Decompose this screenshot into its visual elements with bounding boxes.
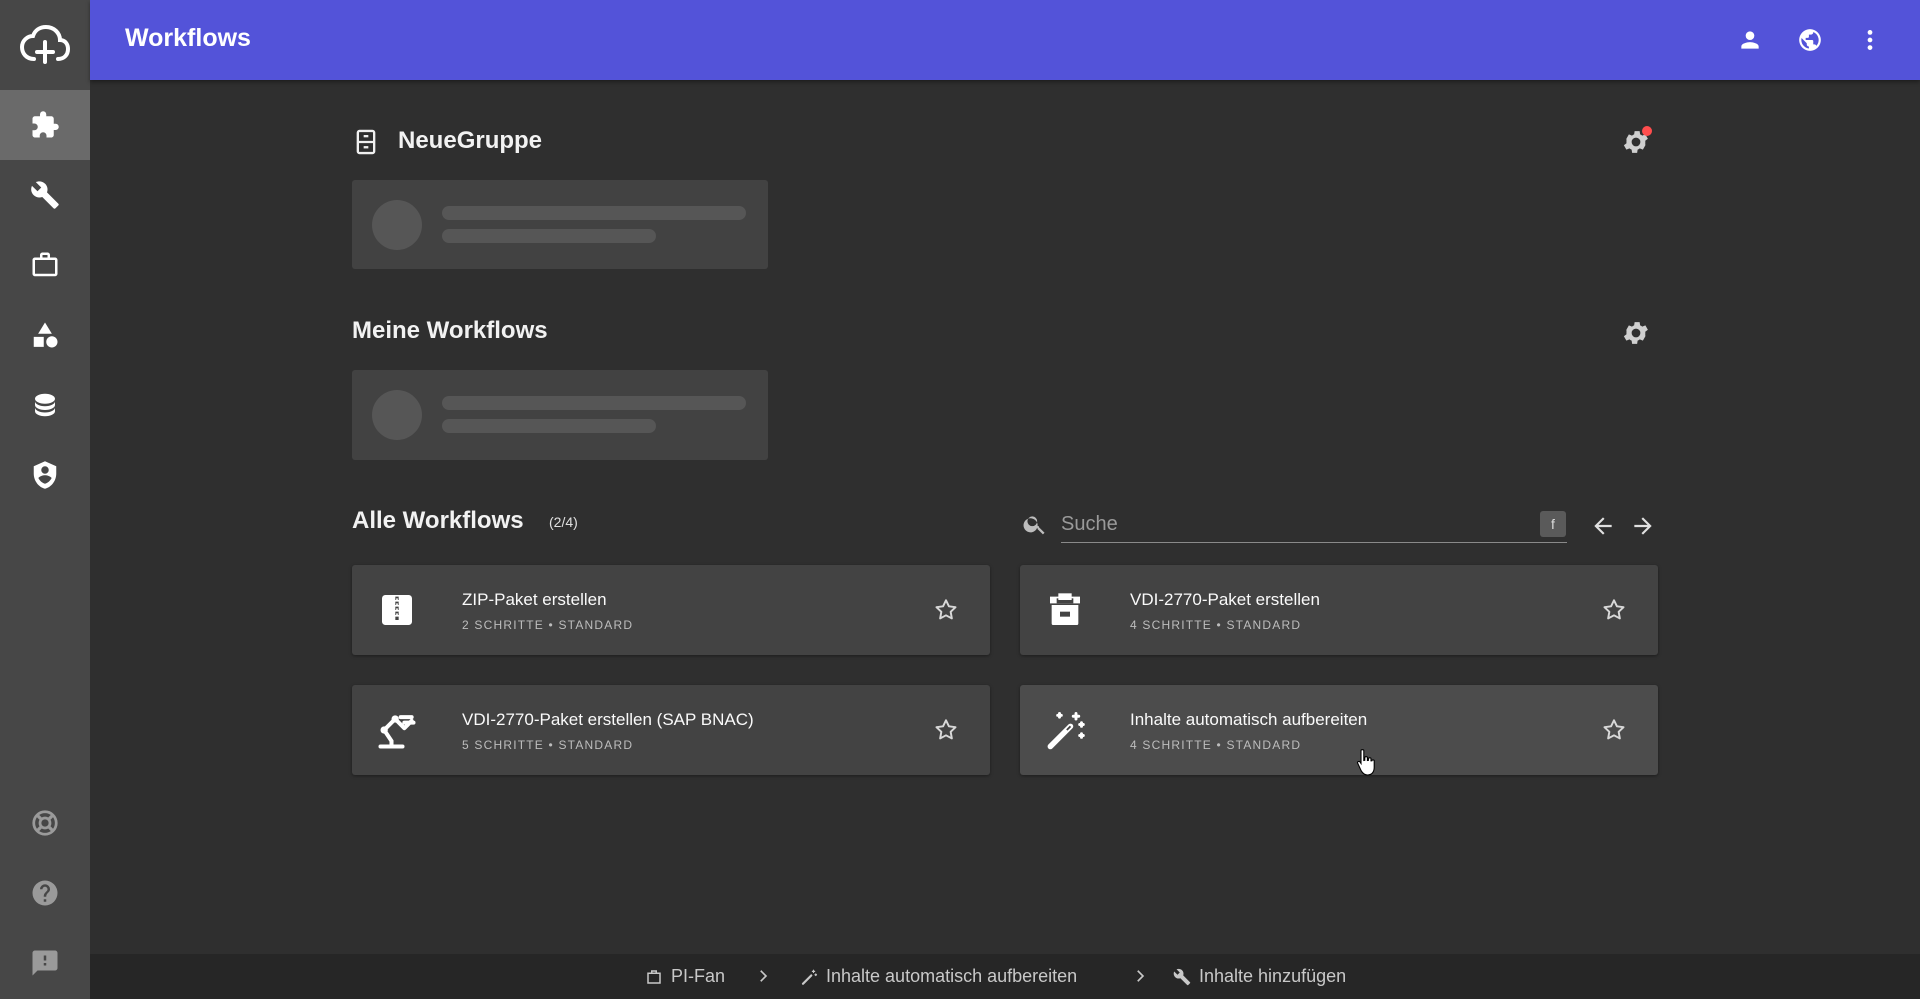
favorite-button[interactable]	[1596, 592, 1632, 628]
account-button[interactable]	[1732, 22, 1768, 58]
previous-page-button[interactable]	[1585, 508, 1621, 544]
sidebar-item-help[interactable]	[0, 858, 90, 928]
workflow-title: VDI-2770-Paket erstellen (SAP BNAC)	[462, 710, 754, 729]
page-title: Workflows	[125, 24, 251, 52]
more-vert-icon	[1867, 30, 1873, 50]
chevron-right-icon	[1130, 966, 1150, 986]
search-shortcut-hint: f	[1540, 511, 1566, 537]
workflow-count: (2/4)	[549, 514, 578, 530]
sidebar-item-database[interactable]	[0, 370, 90, 440]
workflow-card[interactable]: VDI-2770-Paket erstellen (SAP BNAC) 5 SC…	[352, 685, 990, 775]
search-input[interactable]	[1061, 507, 1567, 543]
search-icon	[1023, 516, 1045, 535]
notification-dot	[1642, 126, 1652, 136]
breadcrumb-label: Inhalte hinzufügen	[1199, 966, 1347, 986]
workflow-title: ZIP-Paket erstellen	[462, 590, 607, 609]
breadcrumb-project[interactable]: PI-Fan	[645, 966, 725, 987]
account-icon	[1741, 31, 1759, 49]
my-workflows-settings-button[interactable]	[1618, 315, 1654, 351]
skeleton-placeholder	[352, 180, 768, 269]
puzzle-icon	[32, 111, 59, 138]
arrow-right-icon	[1634, 517, 1652, 535]
sidebar-item-workflows[interactable]	[0, 90, 90, 160]
cloud-upload-icon	[20, 25, 70, 64]
breadcrumb-label: Inhalte automatisch aufbereiten	[826, 966, 1078, 986]
briefcase-icon	[647, 969, 661, 984]
briefcase-icon	[32, 252, 58, 277]
wrench-icon	[1173, 968, 1191, 985]
arrow-left-icon	[1594, 517, 1612, 535]
globe-icon	[1799, 29, 1821, 51]
workflow-card[interactable]: Inhalte automatisch aufbereiten 4 SCHRIT…	[1020, 685, 1658, 775]
sidebar-item-feedback[interactable]	[0, 928, 90, 998]
breadcrumb-workflow[interactable]: Inhalte automatisch aufbereiten	[800, 966, 1077, 987]
sidebar-item-elements[interactable]	[0, 300, 90, 370]
chevron-right-icon	[753, 966, 773, 986]
magic-wand-icon	[1042, 707, 1088, 753]
breadcrumb-label: PI-Fan	[671, 966, 726, 986]
cabinet-icon	[356, 129, 376, 155]
group-title-neuegruppe: NeueGruppe	[398, 127, 543, 154]
skeleton-placeholder	[352, 370, 768, 460]
magic-wand-icon	[801, 969, 818, 985]
star-outline-icon	[1603, 599, 1625, 620]
database-icon	[35, 393, 55, 417]
feedback-icon	[32, 950, 58, 976]
app-logo[interactable]	[0, 0, 90, 90]
app-header: Workflows	[90, 0, 1920, 80]
sidebar-item-admin[interactable]	[0, 440, 90, 510]
zip-box-icon	[374, 587, 420, 633]
next-page-button[interactable]	[1625, 508, 1661, 544]
robot-arm-icon	[374, 707, 420, 753]
workflow-subtitle: 4 SCHRITTE • STANDARD	[1130, 618, 1302, 632]
help-circle-icon	[32, 880, 58, 906]
gear-icon	[1623, 322, 1648, 344]
favorite-button[interactable]	[928, 592, 964, 628]
lifebuoy-icon	[32, 810, 58, 836]
status-bar: PI-Fan Inhalte automatisch aufbereiten I…	[90, 954, 1920, 999]
shield-account-icon	[33, 461, 57, 489]
workflow-subtitle: 5 SCHRITTE • STANDARD	[462, 738, 634, 752]
all-workflows-title: Alle Workflows	[352, 507, 524, 534]
hand-cursor-icon	[1356, 749, 1375, 776]
group-title-meine-workflows: Meine Workflows	[352, 317, 548, 344]
star-outline-icon	[935, 719, 957, 740]
workflow-title: Inhalte automatisch aufbereiten	[1130, 710, 1368, 729]
favorite-button[interactable]	[1596, 712, 1632, 748]
sidebar-item-projects[interactable]	[0, 230, 90, 300]
workflow-subtitle: 2 SCHRITTE • STANDARD	[462, 618, 634, 632]
wrench-icon	[31, 181, 59, 209]
workflow-subtitle: 4 SCHRITTE • STANDARD	[1130, 738, 1302, 752]
sidebar-item-tools[interactable]	[0, 160, 90, 230]
sidebar	[0, 0, 90, 999]
workflow-title: VDI-2770-Paket erstellen	[1130, 590, 1320, 609]
shapes-icon	[33, 322, 58, 348]
favorite-button[interactable]	[928, 712, 964, 748]
workflow-card[interactable]: ZIP-Paket erstellen 2 SCHRITTE • STANDAR…	[352, 565, 990, 655]
package-icon	[1042, 587, 1088, 633]
breadcrumb-step[interactable]: Inhalte hinzufügen	[1173, 966, 1346, 987]
more-menu-button[interactable]	[1852, 22, 1888, 58]
workflow-card[interactable]: VDI-2770-Paket erstellen 4 SCHRITTE • ST…	[1020, 565, 1658, 655]
sidebar-item-support[interactable]	[0, 788, 90, 858]
search-box: f	[1020, 505, 1570, 545]
language-button[interactable]	[1792, 22, 1828, 58]
group-settings-button[interactable]	[1618, 124, 1654, 160]
star-outline-icon	[1603, 719, 1625, 740]
star-outline-icon	[935, 599, 957, 620]
